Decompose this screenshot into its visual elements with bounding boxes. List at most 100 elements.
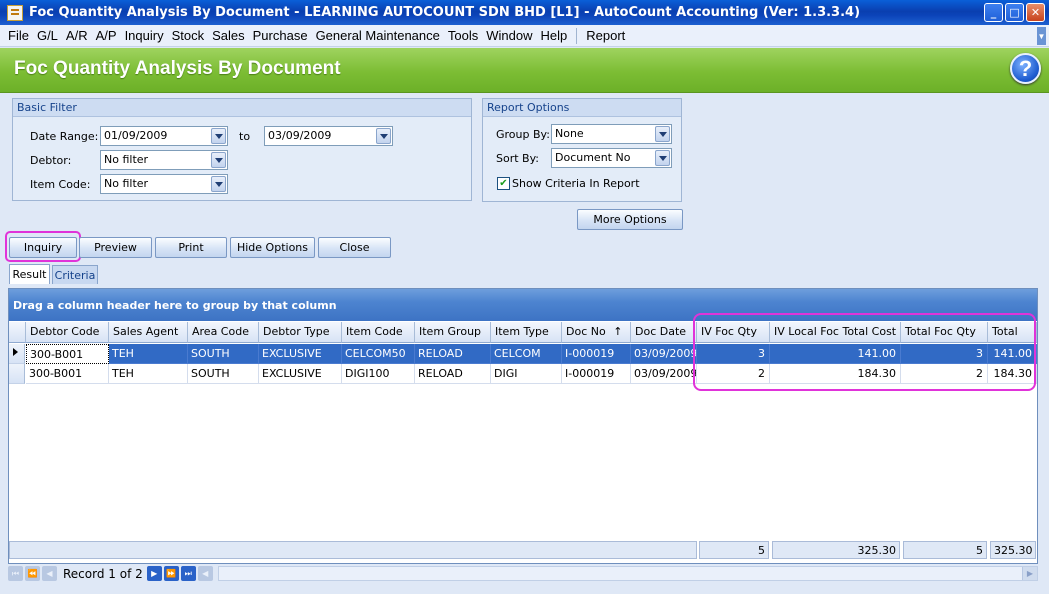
debtor-field[interactable]: No filter: [100, 150, 228, 170]
menu-ar[interactable]: A/R: [62, 28, 92, 43]
to-label: to: [239, 130, 251, 143]
menu-window[interactable]: Window: [482, 28, 536, 43]
date-to-field[interactable]: 03/09/2009: [264, 126, 393, 146]
basic-filter-title: Basic Filter: [13, 99, 471, 117]
first-record-icon[interactable]: ⏮: [8, 566, 23, 581]
menu-file[interactable]: File: [4, 28, 33, 43]
tab-criteria[interactable]: Criteria: [52, 265, 98, 284]
menu-stock[interactable]: Stock: [168, 28, 209, 43]
next-page-icon[interactable]: ⏩: [163, 566, 179, 581]
show-criteria-checkbox[interactable]: ✔: [497, 177, 510, 190]
more-options-button[interactable]: More Options: [577, 209, 683, 230]
menu-general-maintenance[interactable]: General Maintenance: [312, 28, 444, 43]
record-count: Record 1 of 2: [63, 566, 143, 581]
cell[interactable]: I-000019: [562, 344, 631, 364]
item-code-field[interactable]: No filter: [100, 174, 228, 194]
column-header-area-code[interactable]: Area Code: [188, 322, 259, 343]
title-bar: Foc Quantity Analysis By Document - LEAR…: [0, 0, 1049, 25]
date-from-field[interactable]: 01/09/2009: [100, 126, 228, 146]
chevron-down-icon[interactable]: [211, 176, 226, 192]
menu-purchase[interactable]: Purchase: [249, 28, 312, 43]
previous-page-icon[interactable]: ⏪: [25, 566, 40, 581]
menu-sales[interactable]: Sales: [208, 28, 249, 43]
cell[interactable]: 300-B001: [26, 344, 109, 364]
sort-by-select[interactable]: Document No: [551, 148, 672, 168]
date-range-label: Date Range:: [30, 130, 99, 143]
caret-right-icon: [13, 348, 18, 356]
menu-bar: File G/L A/R A/P Inquiry Stock Sales Pur…: [0, 25, 1049, 47]
sort-by-label: Sort By:: [496, 152, 540, 165]
minimize-button[interactable]: _: [984, 3, 1003, 22]
cell[interactable]: TEH: [109, 364, 188, 384]
cell[interactable]: SOUTH: [188, 344, 259, 364]
scroll-left-icon[interactable]: ◀: [197, 566, 213, 581]
previous-record-icon[interactable]: ◀: [42, 566, 57, 581]
close-window-button[interactable]: ✕: [1026, 3, 1045, 22]
column-header-item-group[interactable]: Item Group: [415, 322, 491, 343]
cell[interactable]: RELOAD: [415, 364, 491, 384]
cell[interactable]: TEH: [109, 344, 188, 364]
cell[interactable]: EXCLUSIVE: [259, 344, 342, 364]
record-navigator: ⏮ ⏪ ◀ Record 1 of 2 ▶ ⏩ ⏭ ◀ ▶: [8, 564, 1038, 583]
page-title: Foc Quantity Analysis By Document: [14, 58, 341, 79]
horizontal-scrollbar[interactable]: ▶: [218, 566, 1038, 581]
chevron-down-icon[interactable]: [376, 128, 391, 144]
group-by-value: None: [555, 127, 584, 140]
column-header-item-code[interactable]: Item Code: [342, 322, 415, 343]
close-button[interactable]: Close: [318, 237, 391, 258]
menu-inquiry[interactable]: Inquiry: [121, 28, 168, 43]
column-header-doc-no[interactable]: Doc No ↑: [562, 322, 631, 343]
last-record-icon[interactable]: ⏭: [180, 566, 196, 581]
chevron-down-icon[interactable]: [211, 152, 226, 168]
tab-result[interactable]: Result: [9, 264, 50, 284]
chevron-down-icon[interactable]: [655, 126, 670, 142]
menu-report[interactable]: Report: [582, 28, 629, 43]
report-options-group: Report Options Group By: None Sort By: D…: [482, 98, 682, 202]
footer-total-total: 325.30: [990, 541, 1036, 559]
app-icon: [7, 4, 23, 21]
menu-ap[interactable]: A/P: [92, 28, 121, 43]
cell[interactable]: CELCOM: [491, 344, 562, 364]
cell[interactable]: EXCLUSIVE: [259, 364, 342, 384]
footer-total-iv-foc-qty: 5: [699, 541, 769, 559]
menu-tools[interactable]: Tools: [444, 28, 482, 43]
chevron-down-icon[interactable]: [655, 150, 670, 166]
menu-help[interactable]: Help: [536, 28, 571, 43]
preview-button[interactable]: Preview: [79, 237, 152, 258]
next-record-icon[interactable]: ▶: [146, 566, 162, 581]
cell[interactable]: DIGI100: [342, 364, 415, 384]
hide-options-button[interactable]: Hide Options: [230, 237, 315, 258]
help-icon[interactable]: ?: [1010, 53, 1041, 84]
column-header-item-type[interactable]: Item Type: [491, 322, 562, 343]
column-header-debtor-code[interactable]: Debtor Code: [26, 322, 109, 343]
header-indicator: [9, 322, 26, 343]
cell[interactable]: CELCOM50: [342, 344, 415, 364]
doc-no-header-label: Doc No: [566, 325, 606, 338]
column-header-doc-date[interactable]: Doc Date: [631, 322, 697, 343]
cell[interactable]: 03/09/2009: [631, 364, 697, 384]
date-from-value: 01/09/2009: [104, 129, 168, 142]
debtor-value: No filter: [104, 153, 149, 166]
print-button[interactable]: Print: [155, 237, 227, 258]
report-options-title: Report Options: [483, 99, 681, 117]
group-by-select[interactable]: None: [551, 124, 672, 144]
page-header: Foc Quantity Analysis By Document: [0, 48, 1049, 93]
cell[interactable]: SOUTH: [188, 364, 259, 384]
menu-gl[interactable]: G/L: [33, 28, 62, 43]
cell[interactable]: DIGI: [491, 364, 562, 384]
cell[interactable]: 03/09/2009: [631, 344, 697, 364]
row-indicator: [9, 364, 25, 384]
sort-ascending-icon: ↑: [613, 325, 623, 338]
column-header-sales-agent[interactable]: Sales Agent: [109, 322, 188, 343]
column-header-debtor-type[interactable]: Debtor Type: [259, 322, 342, 343]
debtor-label: Debtor:: [30, 154, 72, 167]
cell[interactable]: RELOAD: [415, 344, 491, 364]
cell[interactable]: I-000019: [562, 364, 631, 384]
scroll-right-icon[interactable]: ▶: [1022, 567, 1037, 580]
sort-by-value: Document No: [555, 151, 631, 164]
chevron-down-icon[interactable]: [211, 128, 226, 144]
chevron-down-icon[interactable]: ▼: [1037, 27, 1046, 45]
cell[interactable]: 300-B001: [26, 364, 109, 384]
maximize-button[interactable]: □: [1005, 3, 1024, 22]
date-to-value: 03/09/2009: [268, 129, 332, 142]
